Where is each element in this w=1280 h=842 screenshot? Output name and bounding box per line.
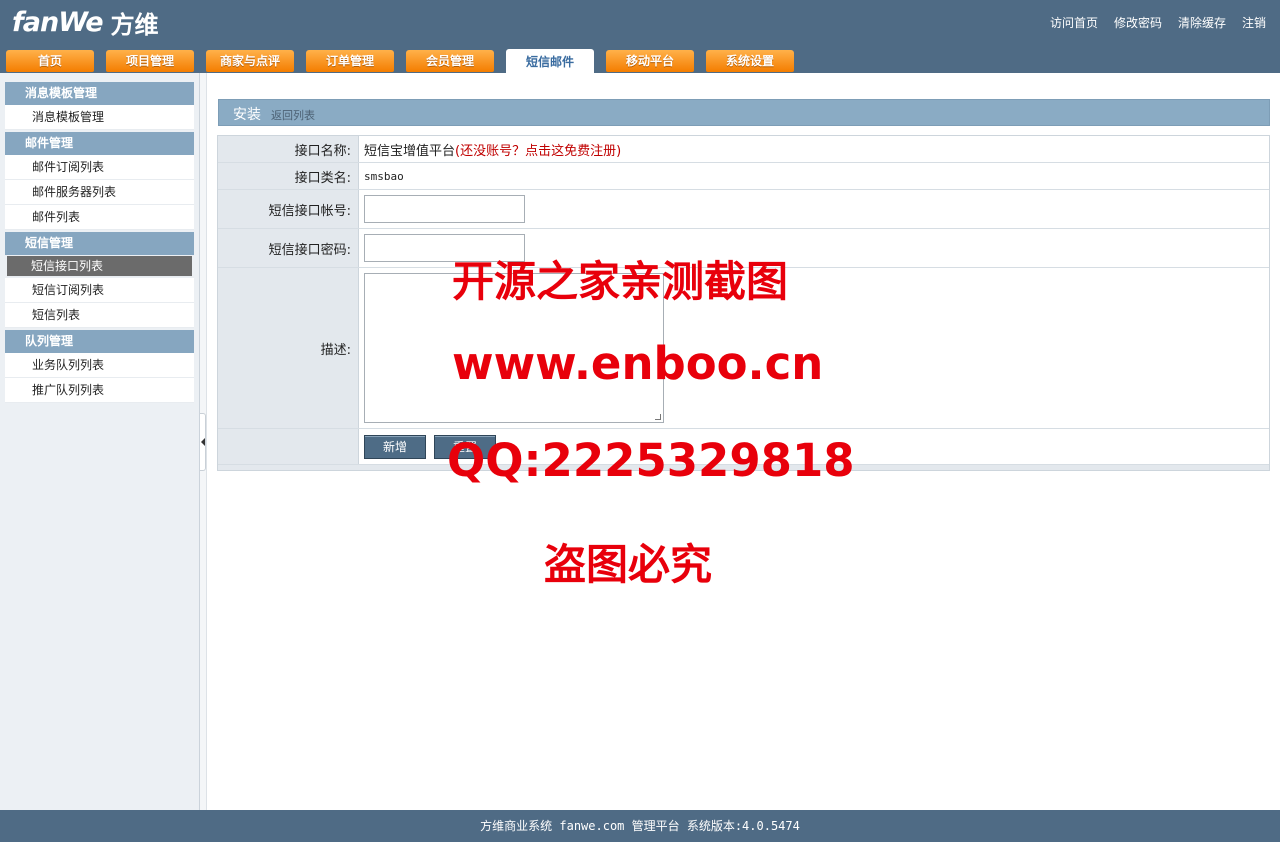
tab-orders[interactable]: 订单管理 [306, 50, 394, 72]
collapse-arrow-icon [201, 438, 205, 446]
panel-header: 安装 返回列表 [218, 99, 1270, 126]
interface-name: 短信宝增值平台 [364, 143, 456, 159]
main-nav: 首页 项目管理 商家与点评 订单管理 会员管理 短信邮件 移动平台 系统设置 [6, 49, 794, 73]
watermark-line-1: 开源之家亲测截图 [452, 257, 789, 306]
link-visit-home[interactable]: 访问首页 [1050, 14, 1098, 31]
sidebar-group-title[interactable]: 消息模板管理 [5, 82, 194, 105]
interface-class-name: smsbao [364, 169, 404, 183]
tab-mobile[interactable]: 移动平台 [606, 50, 694, 72]
tab-sms-email[interactable]: 短信邮件 [506, 49, 594, 73]
sidebar-item-email-servers[interactable]: 邮件服务器列表 [5, 180, 194, 205]
field-label-empty [218, 429, 359, 464]
sidebar-group-email: 邮件管理 邮件订阅列表 邮件服务器列表 邮件列表 [0, 132, 199, 230]
page-title: 安装 [233, 107, 261, 123]
sidebar-item-email-subscriptions[interactable]: 邮件订阅列表 [5, 155, 194, 180]
footer: 方维商业系统 fanwe.com 管理平台 系统版本:4.0.5474 [0, 810, 1280, 842]
form-row-name: 接口名称: 短信宝增值平台 (还没账号？点击这免费注册) [218, 136, 1269, 162]
sidebar-group-sms: 短信管理 短信接口列表 短信订阅列表 短信列表 [0, 232, 199, 328]
logo-text-en: fanWe [12, 6, 104, 38]
link-clear-cache[interactable]: 清除缓存 [1178, 14, 1226, 31]
sidebar-item-message-templates[interactable]: 消息模板管理 [5, 105, 194, 130]
field-label: 短信接口帐号: [218, 190, 359, 228]
top-header: fanWe 方维 访问首页 修改密码 清除缓存 注销 首页 项目管理 商家与点评… [0, 0, 1280, 73]
field-value: 短信宝增值平台 (还没账号？点击这免费注册) [359, 136, 1269, 162]
sidebar: 消息模板管理 消息模板管理 邮件管理 邮件订阅列表 邮件服务器列表 邮件列表 短… [0, 73, 200, 810]
watermark-line-3: QQ:2225329818 [447, 434, 855, 487]
sidebar-group-queue: 队列管理 业务队列列表 推广队列列表 [0, 330, 199, 403]
sidebar-item-email-list[interactable]: 邮件列表 [5, 205, 194, 230]
tab-merchants[interactable]: 商家与点评 [206, 50, 294, 72]
field-label: 描述: [218, 268, 359, 428]
sidebar-item-business-queue[interactable]: 业务队列列表 [5, 353, 194, 378]
logo-text-cn: 方维 [110, 10, 159, 39]
logo: fanWe 方维 [12, 4, 159, 40]
sidebar-item-sms-list[interactable]: 短信列表 [5, 303, 194, 328]
link-logout[interactable]: 注销 [1242, 14, 1266, 31]
field-label: 短信接口密码: [218, 229, 359, 267]
tab-projects[interactable]: 项目管理 [106, 50, 194, 72]
field-label: 接口名称: [218, 136, 359, 162]
tab-home[interactable]: 首页 [6, 50, 94, 72]
form-row-account: 短信接口帐号: [218, 189, 1269, 228]
field-value: smsbao [359, 163, 1269, 189]
watermark-line-2: www.enboo.cn [452, 337, 824, 390]
field-label: 接口类名: [218, 163, 359, 189]
tab-members[interactable]: 会员管理 [406, 50, 494, 72]
top-links: 访问首页 修改密码 清除缓存 注销 [1050, 14, 1266, 31]
sidebar-group-title[interactable]: 队列管理 [5, 330, 194, 353]
sidebar-splitter [200, 73, 207, 810]
sidebar-item-sms-subscriptions[interactable]: 短信订阅列表 [5, 278, 194, 303]
sidebar-item-promo-queue[interactable]: 推广队列列表 [5, 378, 194, 403]
submit-button[interactable]: 新增 [364, 434, 426, 459]
sidebar-collapse-handle[interactable] [200, 413, 206, 471]
form-row-class: 接口类名: smsbao [218, 162, 1269, 189]
resize-grip-icon[interactable] [655, 414, 661, 420]
back-to-list-link[interactable]: 返回列表 [271, 107, 315, 123]
register-link[interactable]: (还没账号？点击这免费注册) [455, 140, 621, 159]
sms-account-input[interactable] [364, 195, 525, 223]
sidebar-item-sms-interfaces[interactable]: 短信接口列表 [7, 256, 192, 277]
sidebar-group-title[interactable]: 短信管理 [5, 232, 194, 255]
sidebar-group-templates: 消息模板管理 消息模板管理 [0, 82, 199, 130]
watermark-line-4: 盗图必究 [544, 540, 713, 589]
link-change-password[interactable]: 修改密码 [1114, 14, 1162, 31]
sidebar-group-title[interactable]: 邮件管理 [5, 132, 194, 155]
field-value [359, 190, 1269, 228]
tab-settings[interactable]: 系统设置 [706, 50, 794, 72]
